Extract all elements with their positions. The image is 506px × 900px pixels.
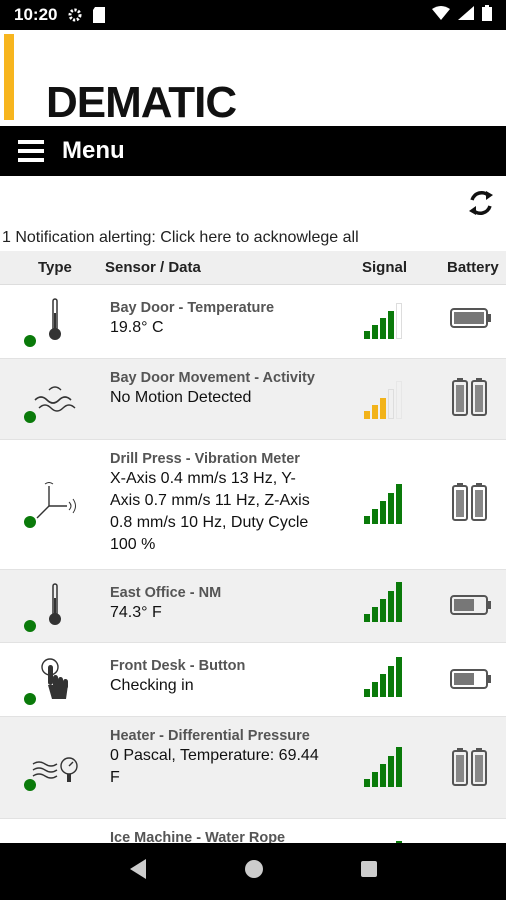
battery-double-cell-icon <box>450 377 490 422</box>
sensor-name: Heater - Differential Pressure <box>110 728 310 744</box>
header-sensor: Sensor / Data <box>105 259 201 276</box>
back-icon[interactable] <box>128 858 148 885</box>
brand-accent-bar <box>4 34 14 120</box>
sensor-name: Bay Door Movement - Activity <box>110 370 315 386</box>
vibration-axis-icon <box>30 480 80 524</box>
sensor-data: 0 Pascal, Temperature: 69.44 F <box>110 747 319 786</box>
notification-acknowledge-link[interactable]: 1 Notification alerting: Click here to a… <box>2 229 359 247</box>
signal-strength-icon <box>364 299 408 339</box>
status-dot <box>24 693 36 705</box>
sensor-data: 19.8° C <box>110 319 164 336</box>
sensor-row[interactable]: East Office - NM 74.3° F <box>0 570 506 643</box>
thermometer-icon <box>30 582 80 626</box>
sensor-data: No Motion Detected <box>110 389 252 406</box>
sensor-list[interactable]: Bay Door - Temperature 19.8° C Bay Door … <box>0 285 506 843</box>
sensor-row[interactable]: Bay Door Movement - Activity No Motion D… <box>0 359 506 440</box>
recents-icon[interactable] <box>360 860 378 883</box>
thermometer-icon <box>30 297 80 341</box>
menu-bar[interactable]: Menu <box>0 126 506 176</box>
sensor-name: Ice Machine - Water Rope <box>110 830 286 843</box>
sensor-name: East Office - NM <box>110 585 222 601</box>
signal-strength-icon <box>364 484 408 524</box>
status-time: 10:20 <box>14 5 58 24</box>
sensor-data: 74.3° F <box>110 604 162 621</box>
status-bar: 10:20 <box>0 0 506 30</box>
activity-wave-icon <box>30 377 80 421</box>
sensor-data: Checking in <box>110 677 194 694</box>
table-header: Type Sensor / Data Signal Battery <box>0 251 506 285</box>
sensor-row[interactable]: Ice Machine - Water Rope <box>0 819 506 843</box>
android-nav-bar <box>0 843 506 900</box>
battery-partial-icon <box>450 594 492 621</box>
battery-partial-icon <box>450 668 492 695</box>
sensor-row[interactable]: Front Desk - Button Checking in <box>0 643 506 717</box>
sd-card-icon <box>91 7 107 23</box>
menu-title[interactable]: Menu <box>62 137 125 165</box>
signal-strength-icon <box>364 582 408 622</box>
sensor-row[interactable]: Heater - Differential Pressure 0 Pascal,… <box>0 717 506 819</box>
cell-signal-icon <box>458 5 474 25</box>
battery-double-cell-icon <box>450 482 490 527</box>
header-signal: Signal <box>362 259 408 276</box>
brand-header: DEMATIC <box>0 30 506 127</box>
sensor-row[interactable]: Bay Door - Temperature 19.8° C <box>0 285 506 359</box>
sensor-data: X-Axis 0.4 mm/s 13 Hz, Y-Axis 0.7 mm/s 1… <box>110 470 310 553</box>
status-dot <box>24 335 36 347</box>
signal-strength-icon <box>364 379 408 419</box>
signal-strength-icon <box>364 657 408 697</box>
sensor-name: Drill Press - Vibration Meter <box>110 451 300 467</box>
hand-press-icon <box>30 657 80 701</box>
status-dot <box>24 779 36 791</box>
status-dot <box>24 620 36 632</box>
status-dot <box>24 411 36 423</box>
battery-status-icon <box>482 4 492 26</box>
battery-full-icon <box>450 307 492 334</box>
pressure-gauge-icon <box>30 749 80 793</box>
sensor-row[interactable]: Drill Press - Vibration Meter X-Axis 0.4… <box>0 440 506 570</box>
dematic-logo: DEMATIC <box>46 78 237 127</box>
gear-icon <box>67 7 83 23</box>
header-type: Type <box>38 259 72 276</box>
hamburger-menu-icon[interactable] <box>18 140 44 162</box>
status-dot <box>24 516 36 528</box>
home-icon[interactable] <box>244 859 264 884</box>
battery-double-cell-icon <box>450 747 490 792</box>
refresh-icon[interactable] <box>466 188 496 218</box>
sensor-name: Front Desk - Button <box>110 658 246 674</box>
sensor-name: Bay Door - Temperature <box>110 300 275 316</box>
header-battery: Battery <box>447 259 499 276</box>
signal-strength-icon <box>364 747 408 787</box>
wifi-icon <box>432 5 450 25</box>
